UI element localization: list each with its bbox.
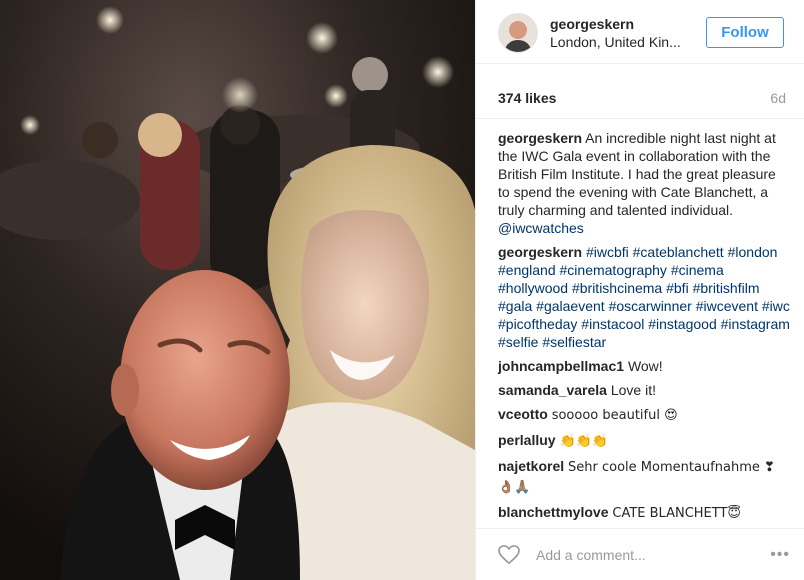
hashtag-link[interactable]: #instagram <box>721 316 790 332</box>
hashtag-link[interactable]: #britishfilm <box>693 280 760 296</box>
comment-text: Love it! <box>610 382 656 398</box>
caption: georgeskern An incredible night last nig… <box>498 129 790 237</box>
more-options-icon[interactable]: ••• <box>770 546 790 564</box>
likes-count[interactable]: 374 likes <box>498 90 556 106</box>
hashtag-link[interactable]: #iwc <box>762 298 790 314</box>
comment: johncampbellmac1 Wow! <box>498 357 790 375</box>
comment-author[interactable]: perlalluy <box>498 432 556 448</box>
hashtag-comment: georgeskern #iwcbfi #cateblanchett #lond… <box>498 243 790 351</box>
comment-text: CATE BLANCHETT😇 <box>612 506 741 521</box>
post-header: georgeskern London, United Kin... Follow <box>476 0 804 64</box>
post-location[interactable]: London, United Kin... <box>550 33 706 51</box>
hashtag-link[interactable]: #london <box>728 244 778 260</box>
comment: perlalluy 👏👏👏 <box>498 431 790 451</box>
post-sidebar: georgeskern London, United Kin... Follow… <box>475 0 804 580</box>
comment-text: sooooo beautiful 😍 <box>551 408 678 423</box>
hashtag-link[interactable]: #gala <box>498 298 532 314</box>
comment-author[interactable]: georgeskern <box>498 130 582 146</box>
hashtag-link[interactable]: #hollywood <box>498 280 568 296</box>
comment-author[interactable]: vceotto <box>498 406 548 422</box>
avatar-image <box>499 13 537 52</box>
add-comment-input[interactable] <box>534 545 771 564</box>
hashtag-link[interactable]: #selfie <box>498 334 538 350</box>
hashtag-link[interactable]: #instacool <box>581 316 644 332</box>
comment-footer: ••• <box>476 528 804 580</box>
comment-author[interactable]: georgeskern <box>498 244 582 260</box>
comment-author[interactable]: najetkorel <box>498 458 564 474</box>
comment: najetkorel Sehr coole Momentaufnahme ❣👌🏽… <box>498 457 790 497</box>
post-photo[interactable] <box>0 0 475 580</box>
hashtag-link[interactable]: #england <box>498 262 556 278</box>
hashtag-link[interactable]: #iwcevent <box>696 298 758 314</box>
hashtag-link[interactable]: #britishcinema <box>572 280 662 296</box>
comment-text: 👏👏👏 <box>559 434 609 449</box>
hashtag-link[interactable]: #oscarwinner <box>609 298 692 314</box>
comment-author[interactable]: samanda_varela <box>498 382 607 398</box>
hashtag-link[interactable]: #cateblanchett <box>633 244 724 260</box>
comment: blanchettmylove CATE BLANCHETT😇 <box>498 503 790 523</box>
mention-link[interactable]: @iwcwatches <box>498 220 584 236</box>
comment-author[interactable]: johncampbellmac1 <box>498 358 624 374</box>
post-age: 6d <box>770 90 786 106</box>
hashtag-link[interactable]: #picoftheday <box>498 316 577 332</box>
comment-text: Wow! <box>627 358 663 374</box>
comment-author[interactable]: blanchettmylove <box>498 504 608 520</box>
selfie-photo-image <box>0 0 475 580</box>
likes-row: 374 likes 6d <box>476 78 804 119</box>
hashtag-link[interactable]: #selfiestar <box>542 334 606 350</box>
instagram-post: georgeskern London, United Kin... Follow… <box>0 0 804 580</box>
comment: samanda_varela Love it! <box>498 381 790 399</box>
user-block: georgeskern London, United Kin... <box>550 15 706 51</box>
hashtag-link[interactable]: #instagood <box>648 316 717 332</box>
hashtag-link[interactable]: #bfi <box>666 280 689 296</box>
heart-icon[interactable] <box>498 544 522 566</box>
comments-list: georgeskern An incredible night last nig… <box>476 119 804 523</box>
hashtag-link[interactable]: #cinematography <box>560 262 667 278</box>
hashtag-link[interactable]: #cinema <box>671 262 724 278</box>
post-username[interactable]: georgeskern <box>550 15 706 33</box>
follow-button[interactable]: Follow <box>706 17 784 48</box>
avatar[interactable] <box>498 12 538 53</box>
hashtag-link[interactable]: #galaevent <box>536 298 605 314</box>
hashtag-link[interactable]: #iwcbfi <box>586 244 629 260</box>
comment: vceotto sooooo beautiful 😍 <box>498 405 790 425</box>
